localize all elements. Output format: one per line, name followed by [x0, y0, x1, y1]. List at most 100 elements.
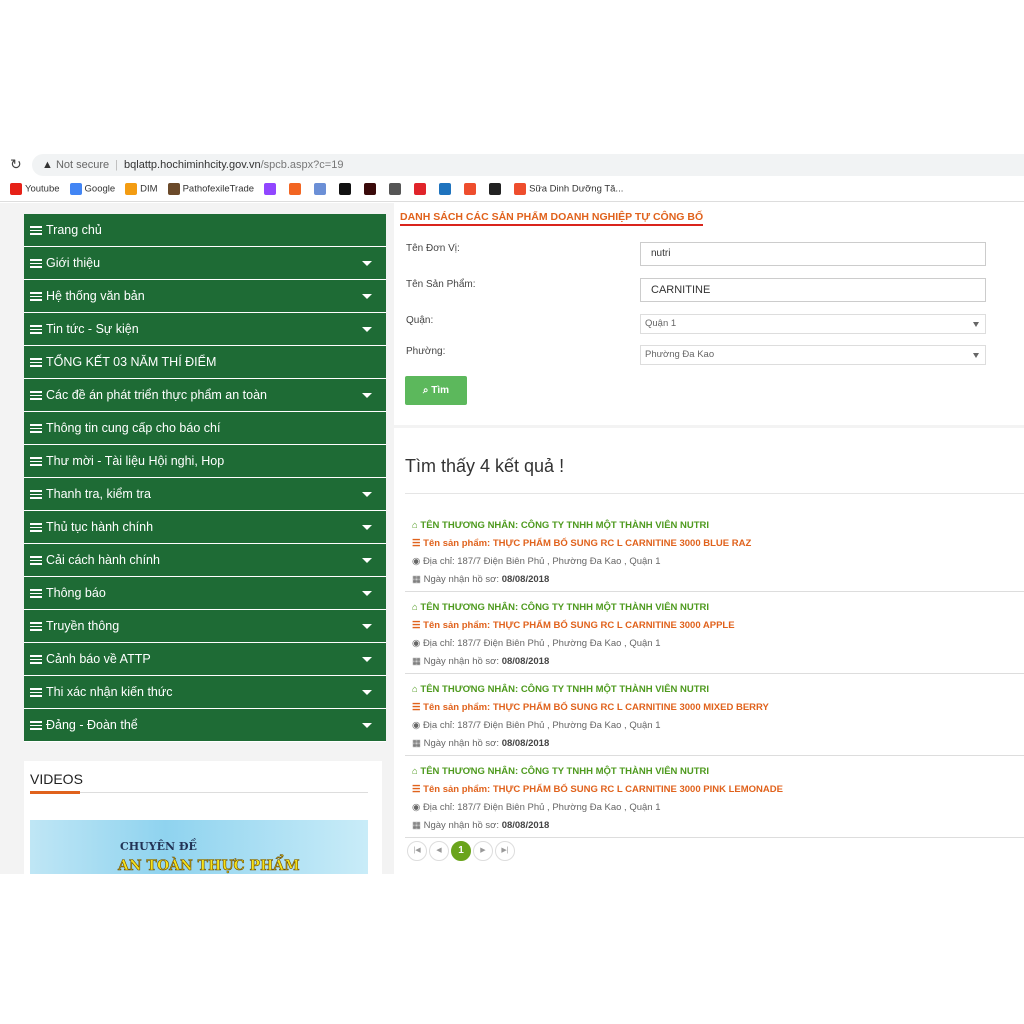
date-value: 08/08/2018 — [501, 574, 550, 585]
first-page-button[interactable]: |◀ — [407, 841, 427, 861]
product-input[interactable]: CARNITINE — [640, 278, 986, 302]
address-bar[interactable]: ▲ Not secure | bqlattp.hochiminhcity.gov.v… — [32, 154, 1024, 176]
sidebar-item[interactable]: Cải cách hành chính — [24, 544, 386, 577]
product-name[interactable]: Tên sản phẩm: THỰC PHẨM BỔ SUNG RC L CAR… — [423, 538, 751, 549]
search-icon: ⌕ — [422, 385, 429, 396]
sidebar-item[interactable]: Đảng - Đoàn thể — [24, 709, 386, 742]
sidebar-item[interactable]: Thông tin cung cấp cho báo chí — [24, 412, 386, 445]
sidebar-item[interactable]: Tin tức - Sự kiện — [24, 313, 386, 346]
ward-value: Phường Đa Kao — [645, 349, 715, 360]
map-marker-icon: ◉ — [412, 802, 421, 813]
page-content: Trang chủ Giới thiệu Hệ thống văn bản Tin t… — [0, 203, 1024, 874]
sidebar-item[interactable]: TỔNG KẾT 03 NĂM THÍ ĐIỂM — [24, 346, 386, 379]
page-title: DANH SÁCH CÁC SẢN PHẨM DOANH NGHIỆP TỰ C… — [400, 211, 704, 226]
search-button-label: Tìm — [431, 385, 450, 396]
bookmark-icon — [10, 183, 22, 195]
calendar-icon: ▦ — [412, 574, 421, 585]
next-page-button[interactable]: ▶ — [473, 841, 493, 861]
bookmark-item[interactable] — [439, 183, 454, 195]
bookmark-item[interactable] — [414, 183, 429, 195]
sidebar-item[interactable]: Truyền thông — [24, 610, 386, 643]
sidebar-item[interactable]: Trang chủ — [24, 214, 386, 247]
date-label: Ngày nhận hồ sơ: — [423, 820, 500, 831]
sidebar-item[interactable]: Hệ thống văn bản — [24, 280, 386, 313]
product-label: Tên Sản Phẩm: — [406, 279, 476, 290]
sidebar-item[interactable]: Thư mời - Tài liệu Hội nghi, Hop — [24, 445, 386, 478]
sidebar-item[interactable]: Thi xác nhận kiến thức — [24, 676, 386, 709]
district-select[interactable]: Quận 1 — [640, 314, 986, 334]
bookmark-label: Sữa Dinh Dưỡng Tă... — [529, 183, 624, 195]
date-value: 08/08/2018 — [501, 820, 550, 831]
reload-icon[interactable]: ↻ — [10, 156, 22, 173]
page-button[interactable]: 1 — [451, 841, 471, 861]
caret-down-icon[interactable] — [362, 393, 372, 398]
search-form: DANH SÁCH CÁC SẢN PHẨM DOANH NGHIỆP TỰ C… — [394, 203, 1024, 425]
sidebar-item[interactable]: Thanh tra, kiểm tra — [24, 478, 386, 511]
bookmark-item[interactable] — [264, 183, 279, 195]
result-item: ⌂ TÊN THƯƠNG NHÂN: CÔNG TY TNHH MỘT THÀN… — [405, 510, 1024, 592]
list-icon: ☰ — [412, 702, 421, 713]
caret-down-icon[interactable] — [362, 261, 372, 266]
bookmark-item[interactable]: Youtube — [10, 183, 60, 195]
sidebar-item[interactable]: Thủ tục hành chính — [24, 511, 386, 544]
sidebar-item[interactable]: Thông báo — [24, 577, 386, 610]
caret-down-icon[interactable] — [362, 294, 372, 299]
last-page-button[interactable]: ▶| — [495, 841, 515, 861]
list-icon — [30, 556, 42, 565]
sidebar-item-label: TỔNG KẾT 03 NĂM THÍ ĐIỂM — [46, 355, 217, 369]
bookmark-icon — [414, 183, 427, 195]
product-name[interactable]: Tên sản phẩm: THỰC PHẨM BỔ SUNG RC L CAR… — [423, 702, 769, 713]
list-icon — [30, 655, 42, 664]
results-title: Tìm thấy 4 kết quả ! — [405, 456, 565, 476]
product-name[interactable]: Tên sản phẩm: THỰC PHẨM BỔ SUNG RC L CAR… — [423, 784, 783, 795]
url-host: bqlattp.hochiminhcity.gov.vn — [124, 159, 261, 171]
bookmark-label: PathofexileTrade — [182, 183, 255, 195]
map-marker-icon: ◉ — [412, 638, 421, 649]
caret-down-icon[interactable] — [362, 558, 372, 563]
caret-down-icon[interactable] — [362, 327, 372, 332]
date-label: Ngày nhận hồ sơ: — [423, 656, 500, 667]
bookmark-item[interactable]: PathofexileTrade — [167, 183, 255, 195]
bookmark-item[interactable] — [289, 183, 304, 195]
bookmark-item[interactable] — [314, 183, 329, 195]
security-label: Not secure — [55, 159, 110, 171]
search-button[interactable]: ⌕ Tìm — [405, 376, 467, 405]
caret-down-icon[interactable] — [362, 525, 372, 530]
sidebar-item[interactable]: Giới thiệu — [24, 247, 386, 280]
caret-down-icon[interactable] — [362, 591, 372, 596]
prev-page-button[interactable]: ◀ — [429, 841, 449, 861]
ward-select[interactable]: Phường Đa Kao — [640, 345, 986, 365]
bookmark-item[interactable] — [364, 183, 379, 195]
bookmark-item[interactable] — [464, 183, 479, 195]
bookmark-item[interactable] — [489, 183, 504, 195]
bookmark-icon — [489, 183, 502, 195]
calendar-icon: ▦ — [412, 738, 421, 749]
bookmark-item[interactable]: Google — [69, 183, 115, 195]
video-text: AN TOÀN THỰC PHẨM — [118, 858, 300, 874]
bookmark-item[interactable] — [389, 183, 404, 195]
sidebar-item[interactable]: Cảnh báo về ATTP — [24, 643, 386, 676]
bookmark-icon — [167, 183, 180, 195]
caret-down-icon[interactable] — [362, 624, 372, 629]
address: Địa chỉ: 187/7 Điện Biên Phủ , Phường Đa… — [422, 556, 661, 567]
video-thumbnail[interactable]: CHUYÊN ĐỀ AN TOÀN THỰC PHẨM — [30, 820, 368, 874]
merchant-name: TÊN THƯƠNG NHÂN: CÔNG TY TNHH MỘT THÀNH … — [420, 520, 710, 531]
calendar-icon: ▦ — [412, 820, 421, 831]
caret-down-icon[interactable] — [362, 690, 372, 695]
bookmark-icon — [69, 183, 82, 195]
bookmark-item[interactable] — [339, 183, 354, 195]
address: Địa chỉ: 187/7 Điện Biên Phủ , Phường Đa… — [422, 638, 661, 649]
unit-input[interactable]: nutri — [640, 242, 986, 266]
bookmark-item[interactable]: Sữa Dinh Dưỡng Tă... — [514, 183, 623, 195]
caret-down-icon[interactable] — [362, 723, 372, 728]
bookmark-icon — [289, 183, 302, 195]
bookmark-item[interactable]: DIM — [125, 183, 158, 195]
product-name[interactable]: Tên sản phẩm: THỰC PHẨM BỔ SUNG RC L CAR… — [423, 620, 734, 631]
caret-down-icon[interactable] — [362, 657, 372, 662]
sidebar-item-label: Các đề án phát triển thực phẩm an toàn — [46, 388, 268, 402]
sidebar-nav: Trang chủ Giới thiệu Hệ thống văn bản Tin t… — [24, 214, 386, 742]
list-icon — [30, 391, 42, 400]
sidebar-item[interactable]: Các đề án phát triển thực phẩm an toàn — [24, 379, 386, 412]
bookmark-icon — [364, 183, 377, 195]
caret-down-icon[interactable] — [362, 492, 372, 497]
